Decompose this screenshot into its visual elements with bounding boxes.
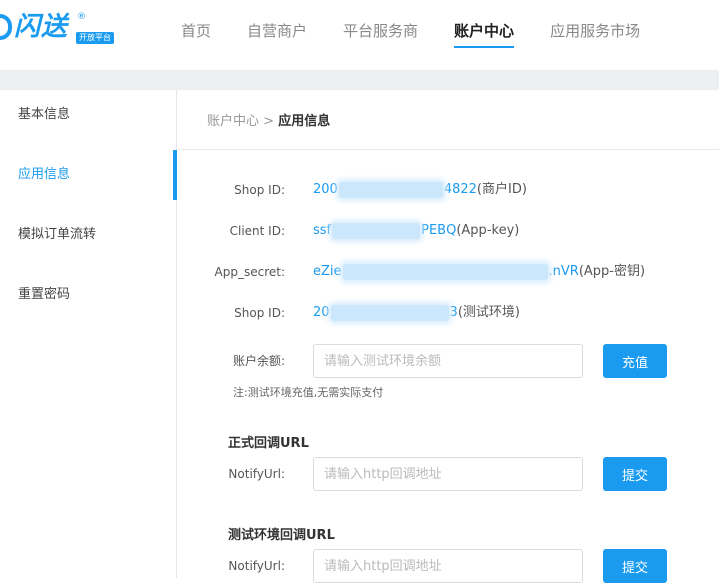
masked-value-blur (338, 181, 443, 198)
test-callback-title: 测试环境回调URL (228, 528, 335, 543)
sidebar: 基本信息 应用信息 模拟订单流转 重置密码 (0, 90, 177, 578)
app-secret-label: App_secret: (214, 265, 285, 279)
test-shop-id-label: Shop ID: (234, 306, 285, 320)
shop-id-value: 200 4822(商户ID) (313, 180, 527, 200)
masked-value-blur (342, 263, 548, 280)
nav-item-platform-provider[interactable]: 平台服务商 (343, 0, 418, 62)
brand-badge: 开放平台 (76, 32, 114, 44)
sidebar-item-reset-password[interactable]: 重置密码 (0, 270, 176, 330)
main-content: 账户中心 > 应用信息 Shop ID: 200 4822(商户ID) Clien… (178, 90, 719, 583)
app-secret-value-start: eZie (313, 264, 342, 279)
client-id-note: (App-key) (456, 223, 520, 238)
shop-id-note: (商户ID) (476, 182, 527, 197)
main-nav: 首页 自营商户 平台服务商 账户中心 应用服务市场 (163, 0, 658, 62)
logo-mark-icon (0, 14, 12, 40)
test-shop-id-value-end: 3 (449, 305, 458, 320)
balance-label: 账户余额: (232, 354, 285, 368)
masked-value-blur (330, 304, 449, 321)
client-id-row: Client ID: ssf PEBQ(App-key) (178, 221, 719, 241)
client-id-label: Client ID: (229, 224, 285, 238)
client-id-value: ssf PEBQ(App-key) (313, 221, 519, 241)
test-shop-id-value-start: 20 (313, 305, 330, 320)
prod-callback-row: NotifyUrl: 提交 (178, 457, 719, 491)
sidebar-item-simulate-order[interactable]: 模拟订单流转 (0, 210, 176, 270)
header-separator-band (0, 70, 719, 90)
masked-value-blur (332, 222, 421, 239)
client-id-value-end: PEBQ (421, 223, 457, 238)
shop-id-value-end: 4822 (443, 182, 477, 197)
balance-input[interactable] (313, 344, 583, 378)
app-secret-value: eZie .nVR(App-密钥) (313, 262, 645, 282)
prod-notify-url-input[interactable] (313, 457, 583, 491)
shop-id-row: Shop ID: 200 4822(商户ID) (178, 180, 719, 200)
breadcrumb-parent[interactable]: 账户中心 (207, 114, 259, 129)
breadcrumb: 账户中心 > 应用信息 (207, 110, 330, 129)
content-divider (178, 149, 719, 150)
prod-submit-button[interactable]: 提交 (603, 457, 667, 491)
app-secret-note: (App-密钥) (578, 264, 646, 279)
test-shop-id-value: 20 3(测试环境) (313, 303, 520, 323)
client-id-value-start: ssf (313, 223, 332, 238)
breadcrumb-separator: > (263, 114, 275, 129)
prod-callback-title: 正式回调URL (228, 436, 309, 451)
shop-id-value-start: 200 (313, 182, 338, 197)
recharge-button[interactable]: 充值 (603, 344, 667, 378)
balance-row: 账户余额: 充值 (178, 344, 719, 378)
nav-item-account-center[interactable]: 账户中心 (454, 0, 515, 62)
test-shop-id-note: (测试环境) (457, 305, 520, 320)
prod-notify-url-label: NotifyUrl: (228, 467, 285, 481)
balance-hint: 注:测试环境充值,无需实际支付 (233, 386, 384, 399)
brand-name: 闪送 (14, 12, 69, 42)
shop-id-label: Shop ID: (234, 183, 285, 197)
app-secret-row: App_secret: eZie .nVR(App-密钥) (178, 262, 719, 282)
breadcrumb-current: 应用信息 (278, 114, 331, 129)
app-secret-value-end: .nVR (548, 264, 579, 279)
nav-item-home[interactable]: 首页 (181, 0, 211, 62)
sidebar-item-app-info[interactable]: 应用信息 (0, 150, 177, 210)
top-navbar: 闪送 ® 开放平台 首页 自营商户 平台服务商 账户中心 应用服务市场 (0, 0, 719, 62)
nav-item-app-market[interactable]: 应用服务市场 (550, 0, 640, 62)
test-shop-id-row: Shop ID: 20 3(测试环境) (178, 303, 719, 323)
sidebar-item-basic-info[interactable]: 基本信息 (0, 90, 176, 150)
registered-mark: ® (77, 12, 86, 22)
nav-item-self-merchant[interactable]: 自营商户 (247, 0, 307, 62)
brand-logo[interactable]: 闪送 ® 开放平台 (0, 10, 120, 46)
